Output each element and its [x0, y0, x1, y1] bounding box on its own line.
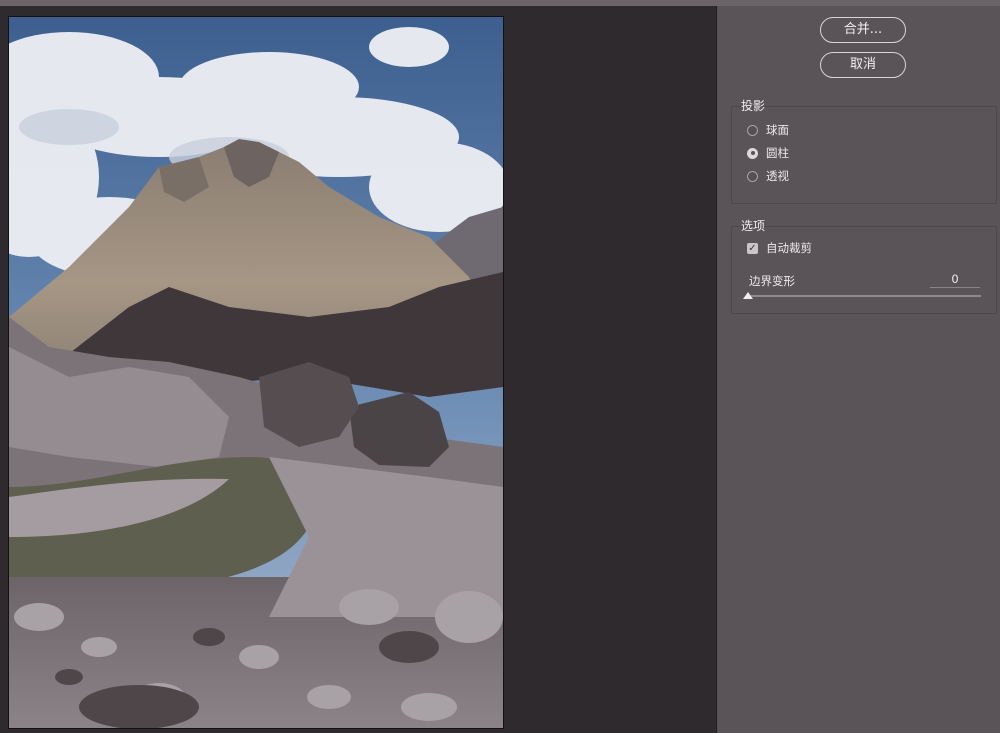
settings-panel: 合并... 取消 投影 球面 圆柱 透视 选项 ✓ 自动裁剪 边界变形 0 — [717, 6, 1000, 733]
options-title: 选项 — [741, 219, 766, 233]
radio-cylindrical[interactable]: 圆柱 — [747, 144, 789, 162]
boundary-warp-slider-track[interactable] — [747, 295, 981, 297]
radio-spherical[interactable]: 球面 — [747, 121, 789, 139]
auto-crop-checkbox-row[interactable]: ✓ 自动裁剪 — [747, 239, 812, 257]
radio-selected-icon[interactable] — [747, 147, 758, 159]
radio-circle-icon[interactable] — [747, 124, 758, 136]
panorama-preview-image — [8, 16, 504, 729]
mountain-photo-icon — [9, 17, 503, 728]
merge-button[interactable]: 合并... — [820, 17, 906, 43]
radio-label-perspective: 透视 — [766, 169, 789, 183]
radio-circle-icon[interactable] — [747, 170, 758, 182]
preview-canvas — [0, 6, 717, 733]
radio-label-cylindrical: 圆柱 — [766, 146, 789, 160]
boundary-warp-value-field[interactable]: 0 — [930, 272, 980, 288]
auto-crop-label: 自动裁剪 — [766, 241, 812, 255]
radio-label-spherical: 球面 — [766, 123, 789, 137]
radio-perspective[interactable]: 透视 — [747, 167, 789, 185]
boundary-warp-label: 边界变形 — [749, 274, 795, 288]
cancel-button[interactable]: 取消 — [820, 52, 906, 78]
slider-thumb-icon[interactable] — [743, 292, 753, 299]
projection-title: 投影 — [741, 99, 766, 113]
checkbox-checked-icon[interactable]: ✓ — [747, 242, 758, 254]
